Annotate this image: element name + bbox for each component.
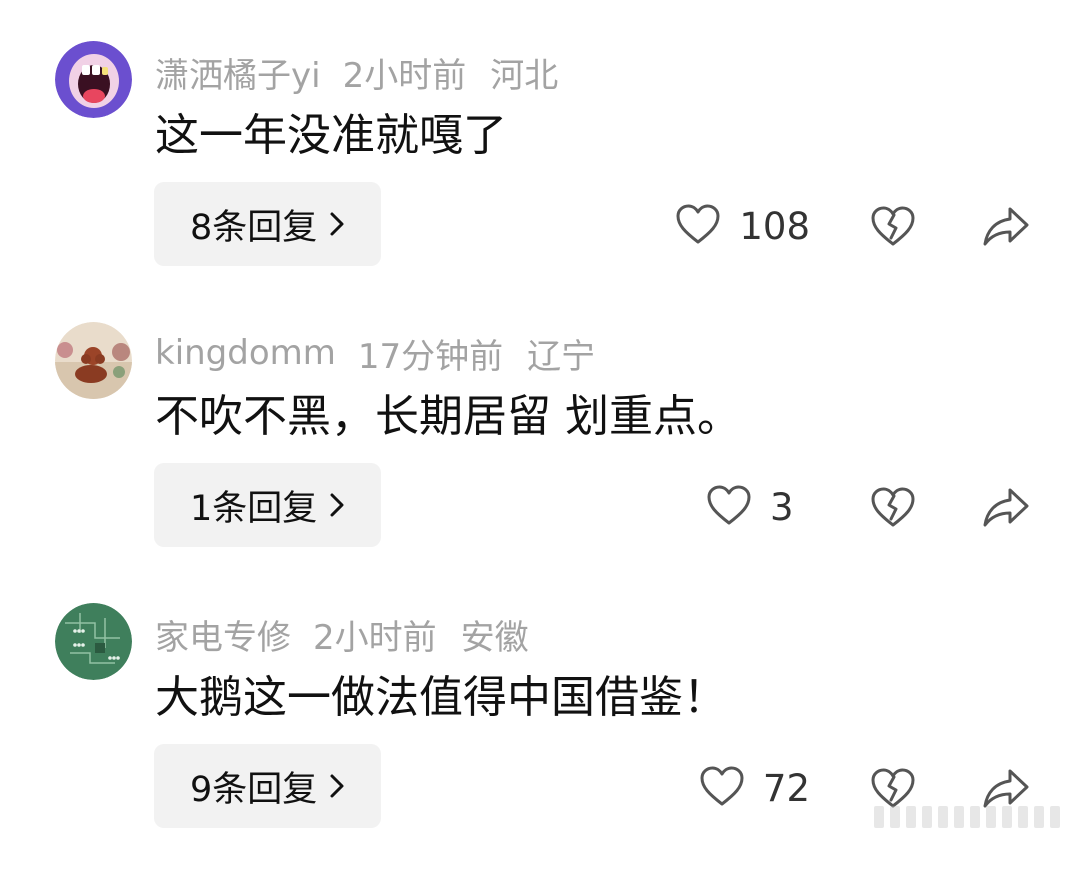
like-count: 72 [762,766,810,810]
poodle-photo-avatar [55,322,132,399]
view-replies-button[interactable]: 8条回复 [154,182,382,266]
reply-count-label: 1条回复 [190,488,318,529]
comment-meta: 家电专修 2小时前 安徽 [155,609,529,659]
chevron-right-icon [329,492,345,518]
share-arrow-icon[interactable] [982,205,1030,247]
broken-heart-icon[interactable] [870,205,916,247]
reply-count-label: 8条回复 [190,207,318,248]
circuit-board-avatar [55,603,132,680]
reply-count-label: 9条回复 [190,769,318,810]
comment-item: 家电专修 2小时前 安徽 大鹅这一做法值得中国借鉴！ 9条回复 72 [0,603,1080,873]
comment-time: 2小时前 [342,55,467,96]
comment-item: kingdomm 17分钟前 辽宁 不吹不黑，长期居留 划重点。 1条回复 3 [0,322,1080,592]
comment-location: 辽宁 [527,336,596,377]
comment-time: 2小时前 [313,617,437,658]
avatar[interactable] [55,41,132,118]
share-arrow-icon[interactable] [982,486,1030,528]
chevron-right-icon [329,773,345,799]
username[interactable]: kingdomm [155,333,336,373]
comment-text[interactable]: 这一年没准就嘎了 [155,106,507,166]
cartoon-mouth-avatar [55,41,132,118]
comment-location: 安徽 [460,617,529,658]
heart-outline-icon [699,765,745,811]
chevron-right-icon [329,211,345,237]
avatar[interactable] [55,322,132,399]
view-replies-button[interactable]: 1条回复 [154,463,382,547]
comment-text[interactable]: 大鹅这一做法值得中国借鉴！ [155,668,727,728]
heart-outline-icon [675,203,721,249]
username[interactable]: 潇洒橘子yi [155,48,321,97]
comment-location: 河北 [490,55,559,96]
username[interactable]: 家电专修 [155,610,291,659]
broken-heart-icon[interactable] [870,486,916,528]
share-arrow-icon[interactable] [982,767,1030,809]
comment-time: 17分钟前 [357,336,504,377]
like-count: 3 [770,485,794,529]
avatar[interactable] [55,603,132,680]
like-button[interactable]: 3 [706,484,810,530]
comment-meta: kingdomm 17分钟前 辽宁 [155,328,595,378]
comment-meta: 潇洒橘子yi 2小时前 河北 [155,47,558,97]
comment-actions: 108 [675,196,1030,256]
comment-text[interactable]: 不吹不黑，长期居留 划重点。 [155,387,741,447]
view-replies-button[interactable]: 9条回复 [154,744,382,828]
broken-heart-icon[interactable] [870,767,916,809]
watermark [874,806,1060,828]
like-button[interactable]: 108 [675,203,810,249]
heart-outline-icon [706,484,752,530]
like-button[interactable]: 72 [699,765,810,811]
like-count: 108 [739,204,810,248]
comment-actions: 3 [706,477,1030,537]
comment-item: 潇洒橘子yi 2小时前 河北 这一年没准就嘎了 8条回复 108 [0,41,1080,311]
